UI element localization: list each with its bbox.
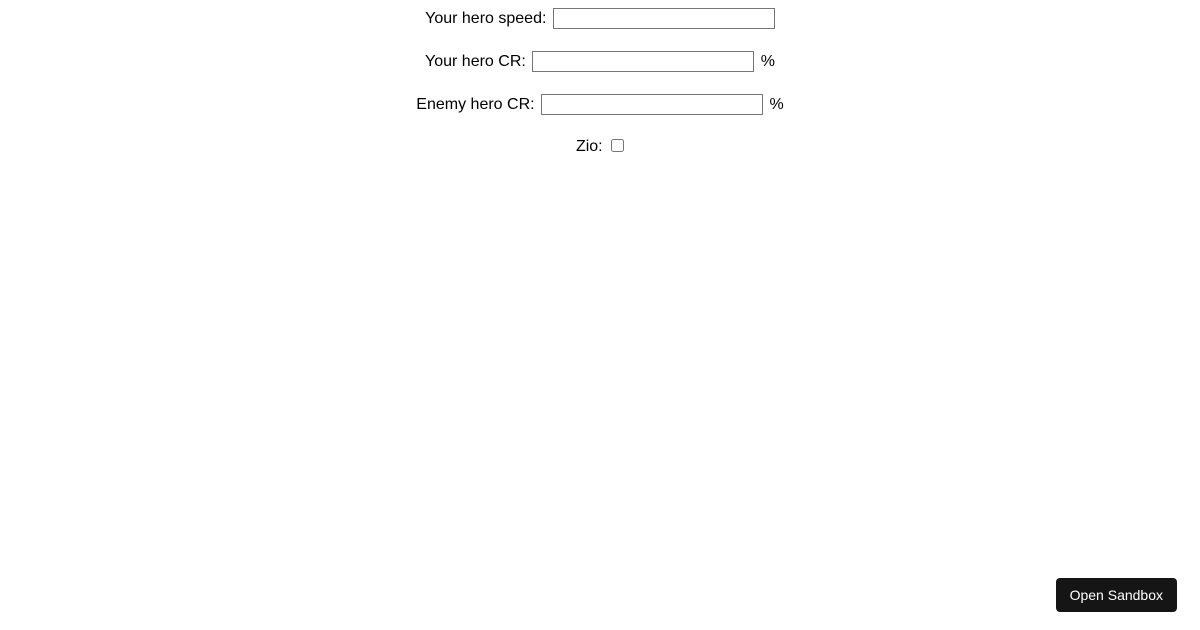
zio-label: Zio: bbox=[576, 138, 603, 155]
hero-speed-row: Your hero speed: bbox=[0, 8, 1200, 29]
hero-speed-label: Your hero speed: bbox=[425, 10, 546, 27]
enemy-cr-input[interactable] bbox=[541, 94, 763, 115]
your-cr-input[interactable] bbox=[532, 51, 754, 72]
your-cr-row: Your hero CR: % bbox=[0, 51, 1200, 72]
your-cr-suffix: % bbox=[761, 53, 775, 70]
calculator-form: Your hero speed: Your hero CR: % Enemy h… bbox=[0, 0, 1200, 156]
open-sandbox-button[interactable]: Open Sandbox bbox=[1056, 578, 1177, 612]
enemy-cr-suffix: % bbox=[769, 96, 783, 113]
zio-row: Zio: bbox=[0, 137, 1200, 156]
enemy-cr-label: Enemy hero CR: bbox=[416, 96, 534, 113]
zio-checkbox[interactable] bbox=[611, 139, 624, 152]
hero-speed-input[interactable] bbox=[553, 8, 775, 29]
your-cr-label: Your hero CR: bbox=[425, 53, 526, 70]
enemy-cr-row: Enemy hero CR: % bbox=[0, 94, 1200, 115]
